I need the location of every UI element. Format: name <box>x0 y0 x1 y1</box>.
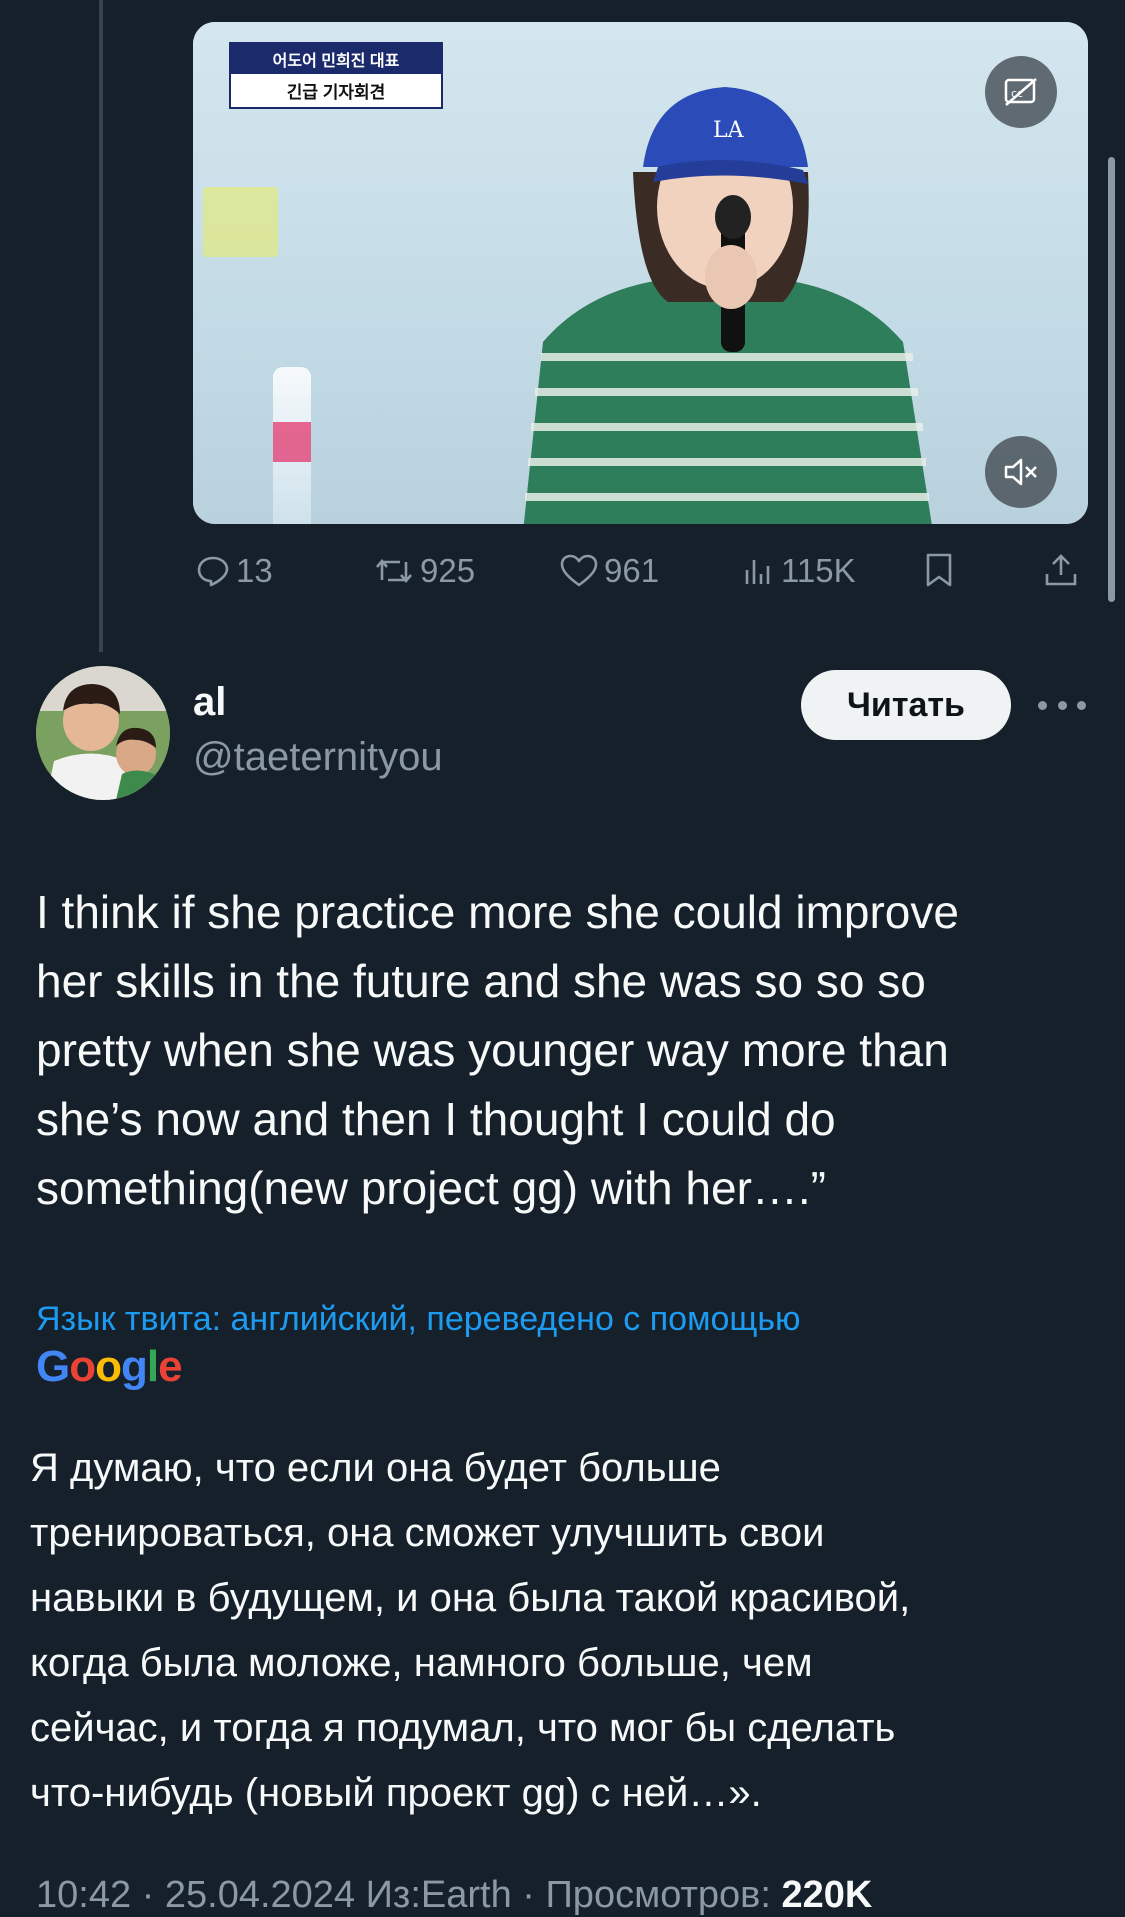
views-count: 115K <box>781 552 856 589</box>
speaker-figure: LA <box>523 87 932 524</box>
bookmark-button[interactable] <box>924 552 954 588</box>
bottle-label <box>273 422 311 462</box>
analytics-icon <box>745 560 770 584</box>
author-handle[interactable]: @taeternityou <box>193 735 443 780</box>
translated-line: что-нибудь (новый проект gg) с ней…». <box>30 1771 762 1815</box>
svg-text:LA: LA <box>713 118 745 143</box>
repost-count: 925 <box>420 552 476 589</box>
background-sign <box>203 187 278 257</box>
like-button[interactable]: 961 <box>560 552 659 590</box>
banner-line-1: 어도어 민희진 대표 <box>231 44 441 74</box>
tweet-line: her skills in the future and she was so … <box>36 955 926 1007</box>
tweet-action-bar: 13 925 961 115K <box>196 552 1086 602</box>
share-button[interactable] <box>1044 552 1078 588</box>
banner-line-2: 긴급 기자회견 <box>286 83 386 102</box>
tweet-line: pretty when she was younger way more tha… <box>36 1024 949 1076</box>
more-options-button[interactable] <box>1038 690 1086 720</box>
follow-button[interactable]: Читать <box>801 670 1011 740</box>
reply-button[interactable]: 13 <box>196 552 273 590</box>
volume-muted-icon <box>1004 458 1037 486</box>
total-views: 220K <box>781 1874 873 1916</box>
captions-toggle[interactable]: cc <box>985 56 1057 128</box>
more-dot-icon <box>1077 700 1086 710</box>
translated-line: тренироваться, она сможет улучшить свои <box>30 1511 825 1555</box>
reply-icon <box>197 556 229 587</box>
captions-off-icon: cc <box>1004 78 1037 106</box>
share-icon <box>1045 554 1077 586</box>
translated-line: навыки в будущем, и она была такой краси… <box>30 1576 911 1620</box>
avatar-image <box>36 666 170 800</box>
views-button[interactable]: 115K <box>741 552 856 590</box>
video-player[interactable]: 어도어 민희진 대표 긴급 기자회견 LA cc <box>193 22 1088 524</box>
more-dot-icon <box>1057 700 1067 710</box>
like-count: 961 <box>604 552 660 589</box>
tweet-line: something(new project gg) with her….” <box>36 1162 826 1214</box>
thread-line <box>99 0 103 652</box>
more-dot-icon <box>1038 700 1047 710</box>
tweet-line: I think if she practice more she could i… <box>36 886 959 938</box>
tweet-body: I think if she practice more she could i… <box>36 878 1096 1223</box>
repost-button[interactable]: 925 <box>374 552 475 590</box>
scrollbar[interactable] <box>1108 157 1115 602</box>
translated-body: Я думаю, что если она будет больше трени… <box>30 1436 1100 1826</box>
translated-line: сейчас, и тогда я подумал, что мог бы сд… <box>30 1706 896 1750</box>
bookmark-icon <box>926 553 952 587</box>
translated-line: Я думаю, что если она будет больше <box>30 1446 721 1490</box>
news-banner: 어도어 민희진 대표 긴급 기자회견 <box>229 42 443 109</box>
tweet-timestamp: 10:42 · 25.04.2024 Из:Earth · Просмотров… <box>36 1874 771 1916</box>
avatar[interactable] <box>36 666 170 800</box>
translation-note-link[interactable]: Язык твита: английский, переведено с пом… <box>36 1300 801 1339</box>
google-logo: Google <box>36 1342 183 1391</box>
author-display-name[interactable]: al <box>193 680 226 725</box>
tweet-line: she’s now and then I thought I could do <box>36 1093 836 1145</box>
repost-icon <box>376 558 412 584</box>
heart-icon <box>560 554 598 587</box>
tweet-meta: 10:42 · 25.04.2024 Из:Earth · Просмотров… <box>36 1874 872 1917</box>
reply-count: 13 <box>236 552 273 589</box>
mute-toggle[interactable] <box>985 436 1057 508</box>
translated-line: когда была моложе, намного больше, чем <box>30 1641 813 1685</box>
